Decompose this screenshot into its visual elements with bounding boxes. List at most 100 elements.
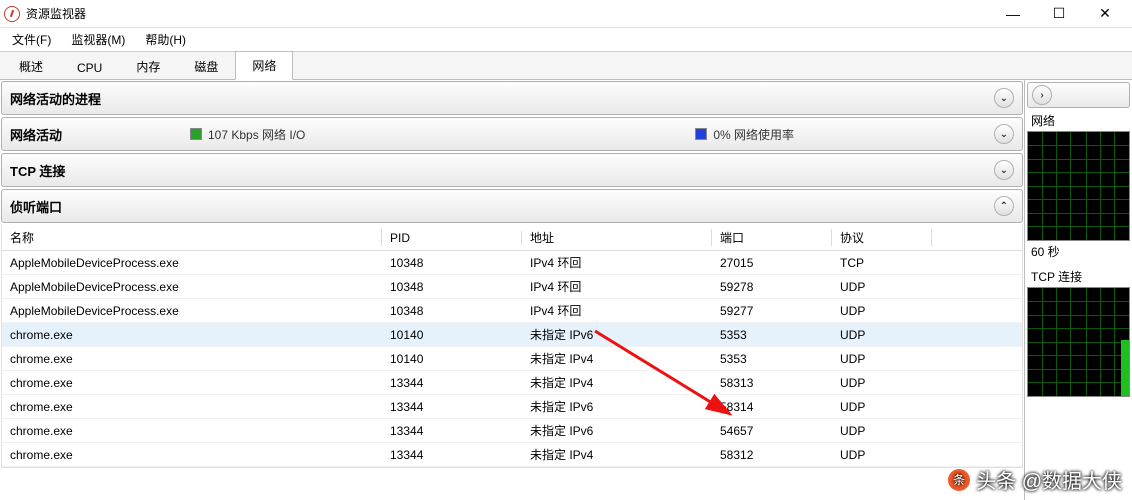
menu-monitor[interactable]: 监视器(M) [63,29,133,50]
col-name[interactable]: 名称 [2,225,382,250]
cell-port: 5353 [712,325,832,345]
cell-name: AppleMobileDeviceProcess.exe [2,277,382,297]
table-row[interactable]: chrome.exe13344未指定 IPv654657UDP [2,419,1022,443]
cell-port: 59277 [712,301,832,321]
tab-network[interactable]: 网络 [235,51,293,80]
window-title: 资源监视器 [26,5,990,22]
cell-pid: 13344 [382,445,522,465]
tcp-chart [1027,287,1130,397]
cell-protocol: UDP [832,373,932,393]
cell-protocol: UDP [832,349,932,369]
table-row[interactable]: chrome.exe13344未指定 IPv458313UDP [2,371,1022,395]
cell-port: 5353 [712,349,832,369]
cell-protocol: TCP [832,253,932,273]
table-row[interactable]: chrome.exe10140未指定 IPv65353UDP [2,323,1022,347]
table-row[interactable]: AppleMobileDeviceProcess.exe10348IPv4 环回… [2,251,1022,275]
table-row[interactable]: AppleMobileDeviceProcess.exe10348IPv4 环回… [2,275,1022,299]
cell-pid: 10348 [382,277,522,297]
close-button[interactable]: ✕ [1082,0,1128,28]
side-collapse-button[interactable]: › [1027,82,1130,108]
cell-address: 未指定 IPv4 [522,443,712,466]
col-address[interactable]: 地址 [522,225,712,250]
menu-help[interactable]: 帮助(H) [137,29,194,50]
cell-name: AppleMobileDeviceProcess.exe [2,301,382,321]
table-row[interactable]: chrome.exe10140未指定 IPv45353UDP [2,347,1022,371]
cell-address: 未指定 IPv4 [522,347,712,370]
app-icon [4,6,20,22]
chevron-down-icon[interactable]: ⌄ [994,160,1014,180]
section-activity-title: 网络活动 [10,125,190,144]
cell-name: chrome.exe [2,421,382,441]
tab-memory[interactable]: 内存 [119,52,177,80]
main-scroll-area[interactable]: 网络活动的进程 ⌄ 网络活动 107 Kbps 网络 I/O 0% 网络使用率 … [0,80,1024,500]
section-listening[interactable]: 侦听端口 ⌃ [1,189,1023,223]
cell-protocol: UDP [832,301,932,321]
cell-port: 54657 [712,421,832,441]
tab-overview[interactable]: 概述 [2,52,60,80]
side-chart2-label: TCP 连接 [1027,266,1130,287]
cell-name: chrome.exe [2,397,382,417]
cell-pid: 10140 [382,325,522,345]
cell-port: 58312 [712,445,832,465]
table-row[interactable]: chrome.exe13344未指定 IPv658314UDP [2,395,1022,419]
cell-port: 58314 [712,397,832,417]
minimize-button[interactable]: — [990,0,1036,28]
cell-address: 未指定 IPv6 [522,323,712,346]
cell-address: IPv4 环回 [522,299,712,322]
listening-ports-table: 名称 PID 地址 端口 协议 AppleMobileDeviceProcess… [1,225,1023,468]
tab-bar: 概述 CPU 内存 磁盘 网络 [0,52,1132,80]
network-chart [1027,131,1130,241]
cell-address: 未指定 IPv6 [522,419,712,442]
cell-address: 未指定 IPv4 [522,371,712,394]
cell-protocol: UDP [832,397,932,417]
maximize-button[interactable]: ☐ [1036,0,1082,28]
tab-disk[interactable]: 磁盘 [177,52,235,80]
section-tcp[interactable]: TCP 连接 ⌄ [1,153,1023,187]
tab-cpu[interactable]: CPU [60,55,119,80]
cell-port: 58313 [712,373,832,393]
side-panel: › 网络 60 秒 TCP 连接 [1024,80,1132,500]
cell-pid: 10140 [382,349,522,369]
section-processes-title: 网络活动的进程 [10,89,190,108]
chevron-down-icon[interactable]: ⌄ [994,88,1014,108]
chevron-down-icon[interactable]: ⌄ [994,124,1014,144]
section-processes[interactable]: 网络活动的进程 ⌄ [1,81,1023,115]
table-row[interactable]: AppleMobileDeviceProcess.exe10348IPv4 环回… [2,299,1022,323]
col-port[interactable]: 端口 [712,225,832,250]
cell-pid: 13344 [382,373,522,393]
menu-file[interactable]: 文件(F) [4,29,59,50]
activity-io-stat: 107 Kbps 网络 I/O [190,126,305,143]
table-header: 名称 PID 地址 端口 协议 [2,225,1022,251]
activity-usage-label: 0% 网络使用率 [713,126,794,143]
side-chart1-footer: 60 秒 [1027,241,1130,262]
main-panel: 网络活动的进程 ⌄ 网络活动 107 Kbps 网络 I/O 0% 网络使用率 … [0,80,1024,500]
cell-address: IPv4 环回 [522,275,712,298]
activity-io-label: 107 Kbps 网络 I/O [208,126,305,143]
menubar: 文件(F) 监视器(M) 帮助(H) [0,28,1132,52]
cell-address: IPv4 环回 [522,251,712,274]
col-protocol[interactable]: 协议 [832,225,932,250]
cell-protocol: UDP [832,277,932,297]
side-chart1-label: 网络 [1027,110,1130,131]
col-spacer [932,234,1022,242]
cell-pid: 10348 [382,253,522,273]
cell-name: chrome.exe [2,445,382,465]
cell-port: 27015 [712,253,832,273]
cell-protocol: UDP [832,421,932,441]
cell-port: 59278 [712,277,832,297]
section-listening-title: 侦听端口 [10,197,190,216]
chevron-right-icon: › [1032,85,1052,105]
col-pid[interactable]: PID [382,227,522,249]
section-tcp-title: TCP 连接 [10,161,190,180]
swatch-blue-icon [695,128,707,140]
cell-name: chrome.exe [2,325,382,345]
section-activity[interactable]: 网络活动 107 Kbps 网络 I/O 0% 网络使用率 ⌄ [1,117,1023,151]
activity-usage-stat: 0% 网络使用率 [695,126,794,143]
cell-pid: 10348 [382,301,522,321]
chevron-up-icon[interactable]: ⌃ [994,196,1014,216]
cell-name: AppleMobileDeviceProcess.exe [2,253,382,273]
cell-protocol: UDP [832,325,932,345]
cell-address: 未指定 IPv6 [522,395,712,418]
cell-protocol: UDP [832,445,932,465]
table-row[interactable]: chrome.exe13344未指定 IPv458312UDP [2,443,1022,467]
